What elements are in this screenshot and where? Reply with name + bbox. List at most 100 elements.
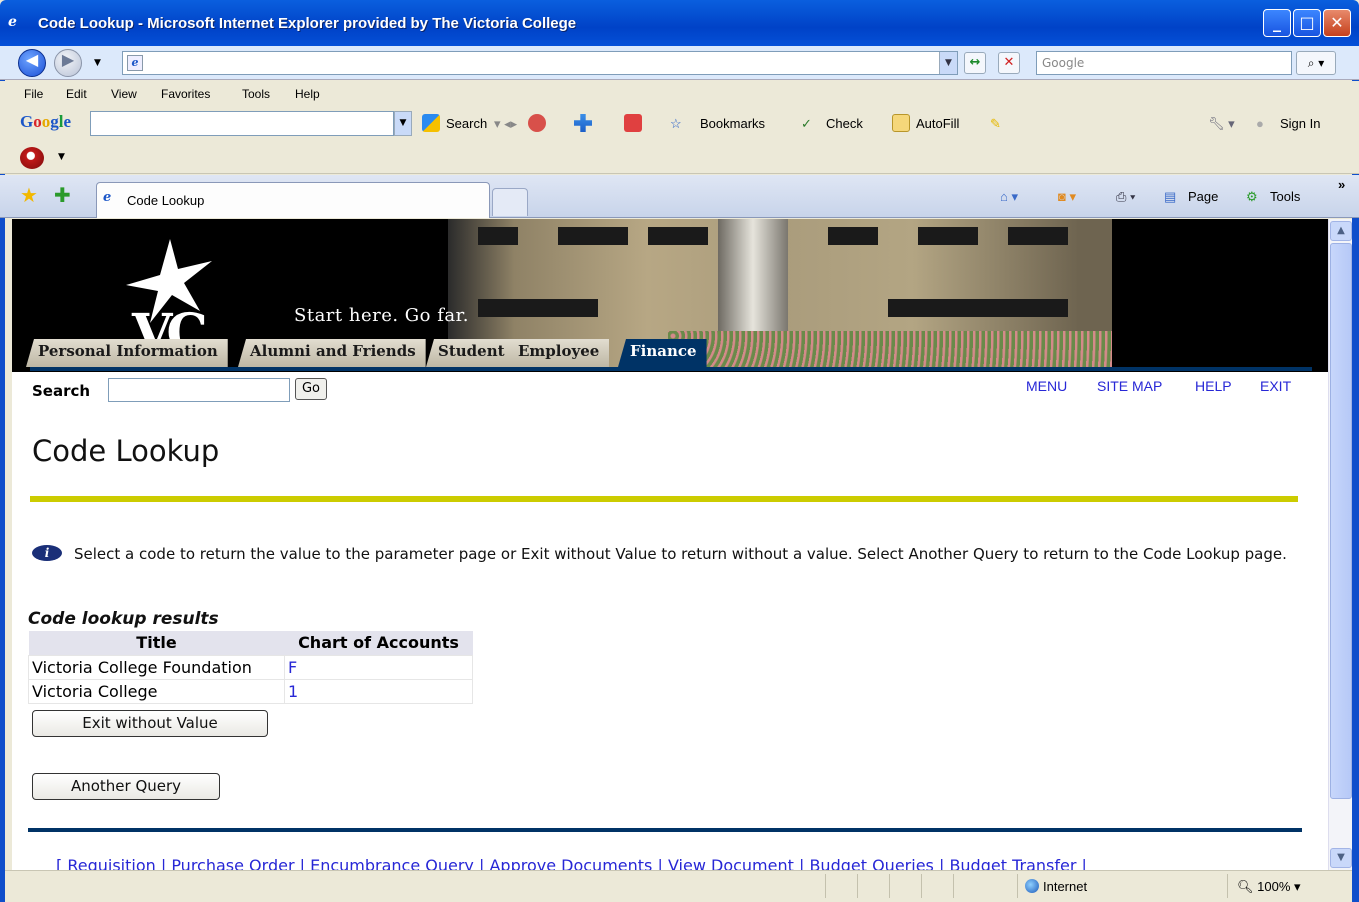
- highlighter-icon[interactable]: ✎: [990, 116, 1001, 132]
- site-map-link[interactable]: SITE MAP: [1097, 378, 1162, 394]
- refresh-icon[interactable]: ↔: [964, 52, 986, 74]
- page-title: Code Lookup: [32, 434, 220, 468]
- autofill-button[interactable]: AutoFill: [916, 116, 959, 131]
- google-search-input[interactable]: [90, 111, 394, 136]
- security-zone[interactable]: Internet: [1025, 879, 1087, 894]
- forward-button[interactable]: ▶: [54, 49, 82, 77]
- nav-tab-alumni-and-friends[interactable]: Alumni and Friends: [238, 339, 426, 367]
- address-field[interactable]: e ▼: [122, 51, 958, 75]
- cell-code: F: [284, 654, 473, 680]
- column-header-title: Title: [28, 631, 285, 655]
- go-button[interactable]: Go: [295, 378, 327, 400]
- tools-gear-icon: ⚙: [1246, 189, 1258, 204]
- info-icon: i: [32, 545, 62, 561]
- popup-blocker-icon[interactable]: [624, 114, 642, 132]
- footer-link-budget-transfer[interactable]: Budget Transfer: [949, 856, 1076, 870]
- banner-rule: [30, 367, 1312, 371]
- google-search-button[interactable]: Search: [446, 116, 487, 131]
- tab-code-lookup[interactable]: e Code Lookup: [96, 182, 490, 218]
- scroll-up-icon[interactable]: ▲: [1330, 221, 1352, 241]
- pdf-icon[interactable]: [20, 147, 44, 169]
- another-query-button[interactable]: Another Query: [32, 773, 220, 800]
- window-title-bar[interactable]: e Code Lookup - Microsoft Internet Explo…: [0, 0, 1359, 46]
- pdf-dropdown-icon[interactable]: ▼: [58, 152, 65, 162]
- footer-link-budget-queries[interactable]: Budget Queries: [809, 856, 933, 870]
- menu-edit[interactable]: Edit: [66, 87, 87, 101]
- menu-view[interactable]: View: [111, 87, 137, 101]
- signin-circle-icon: ●: [1256, 116, 1264, 131]
- search-input[interactable]: [108, 378, 290, 402]
- wrench-icon[interactable]: 🔧︎ ▾: [1208, 116, 1235, 132]
- vertical-scrollbar[interactable]: ▲ ▼: [1328, 219, 1352, 870]
- column-header-chart-of-accounts: Chart of Accounts: [284, 631, 473, 655]
- new-tab-button[interactable]: [492, 188, 528, 216]
- home-icon[interactable]: ⌂ ▾: [1000, 189, 1018, 205]
- help-link[interactable]: HELP: [1195, 378, 1232, 394]
- nav-tab-finance[interactable]: Finance: [618, 339, 707, 367]
- menu-file[interactable]: File: [24, 87, 43, 101]
- tools-menu[interactable]: Tools: [1270, 189, 1300, 204]
- menu-bar: File Edit View Favorites Tools Help: [0, 81, 1359, 106]
- google-search-icon[interactable]: [422, 114, 440, 132]
- nav-tab-employee[interactable]: Employee: [506, 339, 610, 367]
- history-dropdown-icon[interactable]: ▼: [94, 58, 101, 68]
- chevron-more-icon[interactable]: »: [1338, 177, 1345, 192]
- zoom-level[interactable]: 🔍︎ 100% ▾: [1237, 879, 1301, 895]
- footer-link-purchase-order[interactable]: Purchase Order: [171, 856, 294, 870]
- live-search-input[interactable]: Google: [1036, 51, 1292, 75]
- table-header-row: Title Chart of Accounts: [28, 631, 473, 655]
- signin-button[interactable]: Sign In: [1280, 116, 1320, 131]
- close-button[interactable]: ✕: [1323, 9, 1351, 37]
- autofill-icon[interactable]: [892, 114, 910, 132]
- footer-link-requisition[interactable]: Requisition: [67, 856, 155, 870]
- feeds-icon[interactable]: ◙ ▾: [1058, 189, 1076, 205]
- ie-logo-icon: e: [8, 14, 17, 30]
- check-button[interactable]: Check: [826, 116, 863, 131]
- footer-link-encumbrance-query[interactable]: Encumbrance Query: [310, 856, 474, 870]
- left-gutter: [5, 219, 12, 870]
- scroll-thumb[interactable]: [1330, 243, 1352, 799]
- footer-link-view-document[interactable]: View Document: [668, 856, 794, 870]
- maximize-button[interactable]: □: [1293, 9, 1321, 37]
- ie-page-icon: e: [103, 190, 112, 205]
- google-search-dropdown-icon[interactable]: ▼: [394, 111, 412, 136]
- cell-title: Victoria College Foundation: [28, 654, 285, 680]
- menu-link[interactable]: MENU: [1026, 378, 1067, 394]
- table-row: Victoria College 1: [28, 678, 473, 704]
- footer-link-approve-documents[interactable]: Approve Documents: [489, 856, 652, 870]
- status-divider: [825, 874, 826, 898]
- bookmarks-button[interactable]: Bookmarks: [700, 116, 765, 131]
- nav-tab-personal-information[interactable]: Personal Information: [26, 339, 228, 367]
- toolbar-arrows-icon[interactable]: ▾ ◂▸: [494, 116, 517, 132]
- add-favorite-icon[interactable]: ✚: [54, 183, 71, 207]
- search-go-icon[interactable]: ⌕ ▾: [1296, 51, 1336, 75]
- minimize-button[interactable]: _: [1263, 9, 1291, 37]
- spellcheck-icon[interactable]: ✓: [801, 116, 812, 132]
- back-button[interactable]: ◀: [18, 49, 46, 77]
- scroll-down-icon[interactable]: ▼: [1330, 848, 1352, 868]
- menu-help[interactable]: Help: [295, 87, 320, 101]
- banner-tagline: Start here. Go far.: [294, 305, 469, 326]
- tab-label: Code Lookup: [127, 193, 205, 208]
- status-divider: [1017, 874, 1018, 898]
- pdf-toolbar: ▼: [0, 142, 1359, 174]
- exit-link[interactable]: EXIT: [1260, 378, 1291, 394]
- address-dropdown-icon[interactable]: ▼: [939, 52, 957, 74]
- print-icon[interactable]: ⎙ ▾: [1116, 189, 1135, 205]
- exit-without-value-button[interactable]: Exit without Value: [32, 710, 268, 737]
- menu-tools[interactable]: Tools: [242, 87, 270, 101]
- footer-rule: [28, 828, 1302, 832]
- code-link-f[interactable]: F: [288, 658, 297, 677]
- status-divider: [889, 874, 890, 898]
- stop-icon[interactable]: ✕: [998, 52, 1020, 74]
- info-message: Select a code to return the value to the…: [74, 545, 1287, 563]
- code-link-1[interactable]: 1: [288, 682, 298, 701]
- bookmarks-star-icon[interactable]: ☆: [670, 116, 682, 132]
- add-button-icon[interactable]: [574, 114, 592, 132]
- results-caption: Code lookup results: [28, 609, 219, 629]
- nav-tab-student[interactable]: Student: [426, 339, 515, 367]
- favorites-star-icon[interactable]: ★: [20, 183, 38, 207]
- pagerank-icon[interactable]: [528, 114, 546, 132]
- menu-favorites[interactable]: Favorites: [161, 87, 210, 101]
- page-menu[interactable]: Page: [1188, 189, 1218, 204]
